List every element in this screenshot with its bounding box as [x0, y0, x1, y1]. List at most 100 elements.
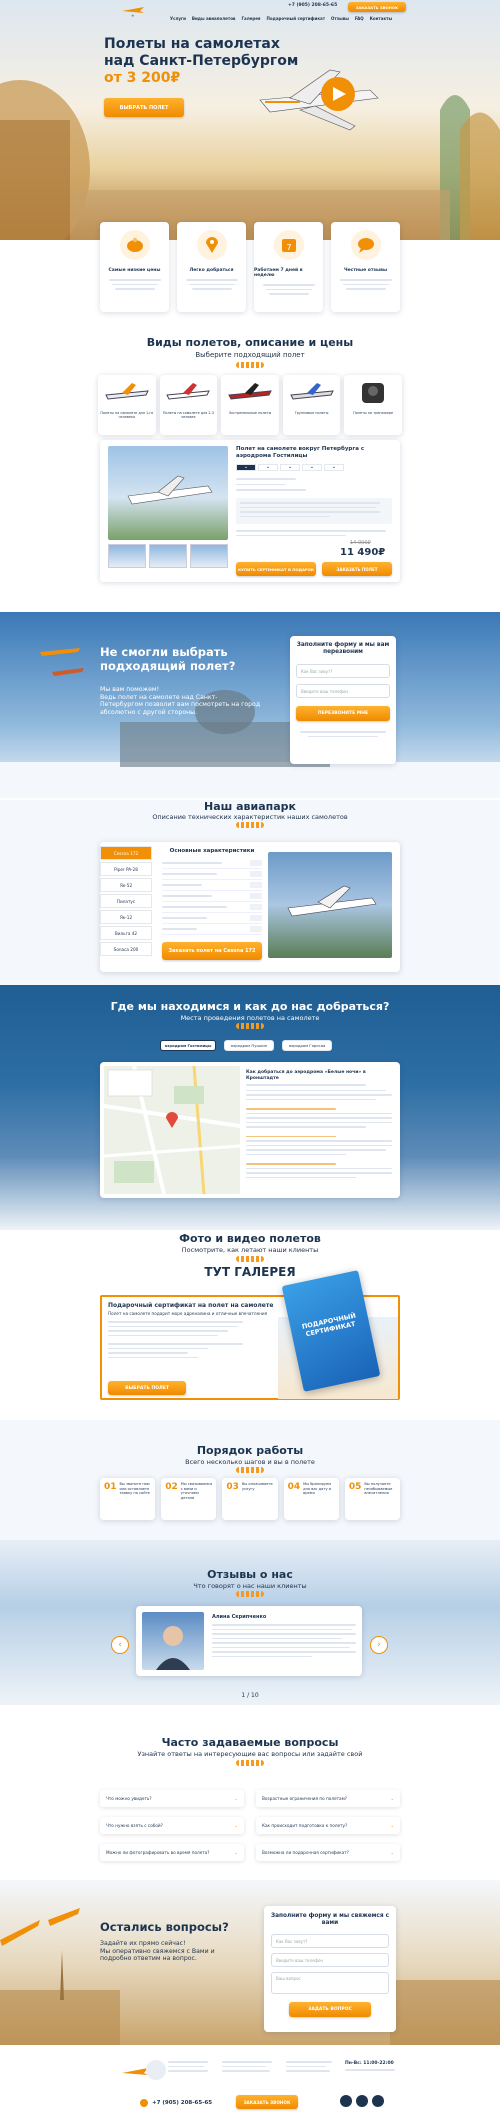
faq-item[interactable]: Возрастные ограничения по полетам? ⌄: [256, 1790, 400, 1807]
flight-type-tab[interactable]: Полеты на тренажере: [344, 375, 402, 435]
menu-item-faq[interactable]: FAQ: [355, 16, 364, 21]
flight-type-tab[interactable]: Экстремальные полеты: [221, 375, 279, 435]
footer-callback-button[interactable]: ЗАКАЗАТЬ ЗВОНОК: [236, 2095, 298, 2109]
step-number: 05: [348, 1482, 362, 1492]
step-number: 04: [287, 1482, 301, 1492]
phone-input[interactable]: Введите ваш телефон: [296, 684, 390, 698]
footer: Пн-Вс: 11:00-22:00 +7 (905) 208-65-65 ЗА…: [0, 2055, 500, 2123]
menu-item-types[interactable]: Виды авиаполетов: [192, 16, 236, 21]
name-input[interactable]: Как Вас зовут?: [296, 664, 390, 678]
certificate-choose-button[interactable]: ВЫБРАТЬ ПОЛЕТ: [108, 1381, 186, 1395]
feature-label: Честные отзывы: [343, 268, 388, 273]
logo[interactable]: ✈: [118, 2, 148, 18]
flight-type-tab[interactable]: Полеты на самолете для 1-го человека: [98, 375, 156, 435]
flight-type-label: Полеты на тренажере: [353, 411, 394, 415]
fleet-tab[interactable]: Sonaca 200: [100, 942, 152, 956]
menu-item-gallery[interactable]: Галерея: [241, 16, 260, 21]
contact-name-input[interactable]: Как Вас зовут?: [271, 1934, 389, 1948]
faq-question: Можно ли фотографировать во время полета…: [106, 1850, 210, 1855]
faq-question: Возможна ли подарочная сертификат?: [262, 1850, 349, 1855]
menu-item-services[interactable]: Услуги: [170, 16, 186, 21]
chevron-down-icon: ⌄: [234, 1823, 238, 1828]
faq-item[interactable]: Что можно увидеть? ⌄: [100, 1790, 244, 1807]
fleet-tab[interactable]: Piper PA-28: [100, 862, 152, 876]
step-card: 04 Мы бронируем для вас дату и время: [283, 1478, 339, 1520]
feature-card: 7 Работаем 7 дней в неделю: [254, 222, 323, 312]
nav-callback-button[interactable]: ЗАКАЗАТЬ ЗВОНОК: [348, 2, 406, 12]
footer-hours: Пн-Вс: 11:00-22:00: [345, 2061, 394, 2066]
section-divider: [236, 1023, 264, 1029]
review-pager[interactable]: 1 / 10: [0, 1692, 500, 1699]
faq-list: Что можно увидеть? ⌄ Возрастные ограничен…: [100, 1790, 400, 1861]
ask-question-button[interactable]: ЗАДАТЬ ВОПРОС: [289, 2002, 371, 2017]
section-divider: [236, 1591, 264, 1597]
reviews-subtitle: Что говорят о нас наши клиенты: [193, 1582, 307, 1590]
instagram-icon[interactable]: [356, 2095, 368, 2107]
contact-phone-input[interactable]: Введите ваш телефон: [271, 1953, 389, 1967]
review-card: Алина Скрипченко: [136, 1606, 362, 1676]
faq-item[interactable]: Как происходит подготовка к полету? ⌄: [256, 1817, 400, 1834]
callback-section: Не смогли выбрать подходящий полет? Мы в…: [0, 612, 500, 798]
step-text: Вы звоните нам или оставляете заявку на …: [119, 1482, 150, 1495]
menu-item-contacts[interactable]: Контакты: [370, 16, 392, 21]
order-flight-button[interactable]: ЗАКАЗАТЬ ПОЛЕТ: [322, 562, 392, 576]
location-tab[interactable]: аэродром Гостилицы: [160, 1040, 216, 1051]
fleet-tab[interactable]: Cessna 172: [100, 846, 152, 860]
hero-choose-flight-button[interactable]: ВЫБРАТЬ ПОЛЕТ: [104, 98, 184, 117]
duration-tab[interactable]: •: [236, 464, 256, 471]
faq-item[interactable]: Возможна ли подарочная сертификат? ⌄: [256, 1844, 400, 1861]
step-card: 01 Вы звоните нам или оставляете заявку н…: [100, 1478, 156, 1520]
hero-title-line1: Полеты на самолетах: [104, 36, 280, 52]
fleet-card: Cessna 172 Piper PA-28 Як-52 Пилатус Як-…: [100, 842, 400, 972]
product-main-photo: [108, 446, 228, 540]
badge-icon: [146, 2060, 166, 2080]
flight-types-tabs: Полеты на самолете для 1-го человека Пол…: [98, 375, 402, 435]
vk-icon[interactable]: [340, 2095, 352, 2107]
fleet-tab[interactable]: Як-52: [100, 878, 152, 892]
section-divider: [236, 1467, 264, 1473]
order-fleet-flight-button[interactable]: Заказать полет на Cessna 172: [162, 942, 262, 960]
faq-question: Возрастные ограничения по полетам?: [262, 1796, 347, 1801]
location-tab[interactable]: аэродром Пушкин: [224, 1040, 274, 1051]
nav-phone[interactable]: +7 (905) 208-65-65: [288, 3, 337, 8]
types-subtitle: Выберите подходящий полет: [195, 351, 305, 359]
section-divider: [236, 1760, 264, 1766]
step-number: 01: [104, 1482, 117, 1492]
footer-phone[interactable]: +7 (905) 208-65-65: [152, 2100, 212, 2106]
menu-item-reviews[interactable]: Отзывы: [331, 16, 349, 21]
callback-submit-button[interactable]: ПЕРЕЗВОНИТЕ МНЕ: [296, 706, 390, 721]
callback-text-4: абсолютно с другой стороны.: [100, 708, 198, 716]
duration-tab[interactable]: •: [280, 464, 300, 471]
feature-card: Честные отзывы: [331, 222, 400, 312]
thumbnail[interactable]: [149, 544, 187, 568]
hero-button-label: ВЫБРАТЬ ПОЛЕТ: [119, 104, 169, 111]
features-row: Самые низкие цены Легко добраться 7 Рабо…: [100, 222, 400, 312]
step-text: Вы получаете незабываемые впечатления: [364, 1482, 393, 1495]
hero-price: от 3 200₽: [104, 70, 181, 86]
buy-certificate-button[interactable]: КУПИТЬ СЕРТИФИКАТ В ПОДАРОК: [236, 562, 316, 576]
fleet-tab[interactable]: Пилатус: [100, 894, 152, 908]
types-title: Виды полетов, описание и цены: [146, 336, 354, 349]
flight-type-tab[interactable]: Полеты на самолете для 2-3 человек: [159, 375, 218, 435]
youtube-icon[interactable]: [372, 2095, 384, 2107]
duration-tab[interactable]: •: [324, 464, 344, 471]
location-tab[interactable]: аэродром Горская: [282, 1040, 332, 1051]
faq-item[interactable]: Что нужно взять с собой? ⌄: [100, 1817, 244, 1834]
contact-form: Заполните форму и мы свяжемся с вами Как…: [264, 1906, 396, 2032]
map[interactable]: [104, 1066, 240, 1194]
faq-item[interactable]: Можно ли фотографировать во время полета…: [100, 1844, 244, 1861]
duration-tab[interactable]: •: [302, 464, 322, 471]
fleet-tab[interactable]: Як-12: [100, 910, 152, 924]
review-prev-arrow[interactable]: ‹: [111, 1636, 129, 1654]
flight-type-tab[interactable]: Групповые полеты: [282, 375, 341, 435]
fleet-subtitle: Описание технических характеристик наших…: [152, 813, 348, 821]
review-next-arrow[interactable]: ›: [370, 1636, 388, 1654]
fleet-tab[interactable]: Вильга 42: [100, 926, 152, 940]
thumbnail[interactable]: [190, 544, 228, 568]
thumbnail[interactable]: [108, 544, 146, 568]
callback-text-1: Мы вам поможем!: [100, 686, 160, 693]
question-textarea[interactable]: Ваш вопрос: [271, 1972, 389, 1994]
menu-item-certificate[interactable]: Подарочный сертификат: [267, 16, 326, 21]
steps-title: Порядок работы: [196, 1444, 304, 1457]
duration-tab[interactable]: •: [258, 464, 278, 471]
